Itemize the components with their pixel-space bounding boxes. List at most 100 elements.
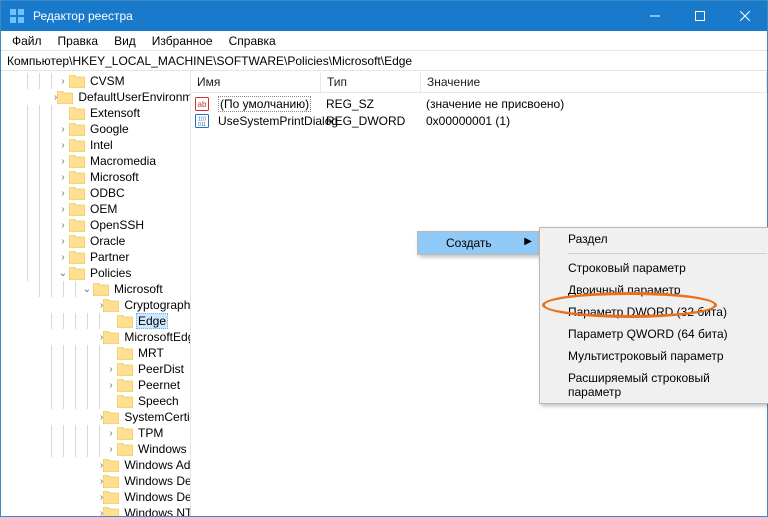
tree-node[interactable]: · Extensoft — [1, 105, 190, 121]
tree-node[interactable]: ›CVSM — [1, 73, 190, 89]
tree-node[interactable]: ›Intel — [1, 137, 190, 153]
expand-icon[interactable]: › — [57, 172, 69, 183]
folder-icon — [103, 491, 119, 504]
close-button[interactable] — [722, 1, 767, 31]
tree-node[interactable]: ›Windows Defe — [1, 489, 190, 505]
content-area: ›CVSM›DefaultUserEnvironm · Extensoft›Goog… — [1, 71, 767, 516]
tree-node[interactable]: ›OpenSSH — [1, 217, 190, 233]
tree-line — [51, 345, 52, 361]
tree-node[interactable]: ›PeerDist — [1, 361, 190, 377]
tree-line — [51, 201, 52, 217]
folder-icon — [69, 107, 85, 120]
expand-icon[interactable]: · — [105, 316, 117, 327]
context-subitem[interactable]: Параметр DWORD (32 бита) — [540, 301, 768, 323]
context-subitem[interactable]: Раздел — [540, 228, 768, 250]
tree-line — [75, 361, 76, 377]
tree-node[interactable]: ›Cryptography — [1, 297, 190, 313]
tree-label: Windows Defe — [122, 474, 191, 488]
tree-line — [51, 105, 52, 121]
tree-node[interactable]: › Windows — [1, 441, 190, 457]
list-body: ab(По умолчанию)REG_SZ(значение не присв… — [191, 93, 767, 129]
tree-line — [39, 185, 40, 201]
expand-icon[interactable]: › — [57, 236, 69, 247]
tree-node[interactable]: ›MicrosoftEdge — [1, 329, 190, 345]
context-subitem[interactable]: Параметр QWORD (64 бита) — [540, 323, 768, 345]
expand-icon[interactable]: › — [105, 380, 117, 391]
tree-line — [39, 217, 40, 233]
expand-icon[interactable]: ⌄ — [81, 284, 93, 295]
tree-node[interactable]: ›Windows Defe — [1, 473, 190, 489]
menu-item[interactable]: Правка — [51, 32, 106, 50]
expand-icon[interactable]: › — [57, 124, 69, 135]
tree-line — [51, 393, 52, 409]
tree-label: Windows NT — [122, 506, 191, 516]
context-subitem[interactable]: Расширяемый строковый параметр — [540, 367, 768, 403]
context-item-new[interactable]: Создать ▶ — [418, 232, 538, 254]
context-subitem[interactable]: Двоичный параметр — [540, 279, 768, 301]
tree-node[interactable]: ·MRT — [1, 345, 190, 361]
expand-icon[interactable]: › — [105, 364, 117, 375]
value-row[interactable]: 110011UseSystemPrintDialogREG_DWORD0x000… — [191, 112, 767, 129]
column-value[interactable]: Значение — [421, 72, 767, 92]
tree-node[interactable]: ·Edge — [1, 313, 190, 329]
tree-node[interactable]: › Microsoft — [1, 169, 190, 185]
menu-item[interactable]: Вид — [107, 32, 143, 50]
tree-line — [63, 441, 64, 457]
menu-separator — [568, 253, 767, 254]
expand-icon[interactable]: › — [57, 188, 69, 199]
tree-node[interactable]: ›TPM — [1, 425, 190, 441]
expand-icon[interactable]: › — [105, 428, 117, 439]
tree-line — [39, 169, 40, 185]
tree-node[interactable]: ›Partner — [1, 249, 190, 265]
maximize-button[interactable] — [677, 1, 722, 31]
menu-item[interactable]: Справка — [222, 32, 283, 50]
expand-icon[interactable]: · — [105, 348, 117, 359]
tree-node[interactable]: ›Oracle — [1, 233, 190, 249]
expand-icon[interactable]: › — [57, 252, 69, 263]
column-type[interactable]: Тип — [321, 72, 421, 92]
tree-line — [87, 313, 88, 329]
menu-item[interactable]: Файл — [5, 32, 49, 50]
column-name[interactable]: Имя — [191, 72, 321, 92]
tree-node[interactable]: ›ODBC — [1, 185, 190, 201]
expand-icon[interactable]: › — [57, 156, 69, 167]
expand-icon[interactable]: ⌄ — [57, 268, 69, 279]
expand-icon[interactable]: › — [57, 76, 69, 87]
tree-node[interactable]: ›DefaultUserEnvironm — [1, 89, 190, 105]
context-subitem[interactable]: Строковый параметр — [540, 257, 768, 279]
tree-node[interactable]: ›Macromedia — [1, 153, 190, 169]
expand-icon[interactable]: › — [57, 140, 69, 151]
tree-line — [51, 265, 52, 281]
context-menu[interactable]: Создать ▶ — [417, 231, 539, 255]
tree-label: Extensoft — [88, 106, 142, 120]
tree-line — [39, 201, 40, 217]
expand-icon[interactable]: › — [57, 204, 69, 215]
tree-node[interactable]: ›Peernet — [1, 377, 190, 393]
tree-panel[interactable]: ›CVSM›DefaultUserEnvironm · Extensoft›Goog… — [1, 71, 191, 516]
tree-node[interactable]: ›Google — [1, 121, 190, 137]
context-submenu[interactable]: Раздел Строковый параметрДвоичный парамет… — [539, 227, 768, 404]
tree-node[interactable]: ›Windows NT — [1, 505, 190, 516]
value-row[interactable]: ab(По умолчанию)REG_SZ(значение не присв… — [191, 95, 767, 112]
tree-node[interactable]: ›Windows Adva — [1, 457, 190, 473]
app-icon — [9, 8, 25, 24]
context-subitem[interactable]: Мультистроковый параметр — [540, 345, 768, 367]
address-input[interactable] — [5, 53, 763, 69]
minimize-button[interactable] — [632, 1, 677, 31]
tree-node[interactable]: ⌄Microsoft — [1, 281, 190, 297]
tree-line — [87, 377, 88, 393]
expand-icon[interactable]: · — [105, 396, 117, 407]
tree-node[interactable]: ›SystemCertific — [1, 409, 190, 425]
tree-label: Windows — [136, 442, 189, 456]
tree-label: Microsoft — [88, 170, 141, 184]
tree-node[interactable]: ›OEM — [1, 201, 190, 217]
expand-icon[interactable]: · — [57, 108, 69, 119]
tree-node[interactable]: ⌄Policies — [1, 265, 190, 281]
tree-node[interactable]: ·Speech — [1, 393, 190, 409]
tree-line — [63, 393, 64, 409]
menu-item[interactable]: Избранное — [145, 32, 220, 50]
expand-icon[interactable]: › — [105, 444, 117, 455]
expand-icon[interactable]: › — [57, 220, 69, 231]
tree-line — [87, 441, 88, 457]
tree-line — [63, 281, 64, 297]
